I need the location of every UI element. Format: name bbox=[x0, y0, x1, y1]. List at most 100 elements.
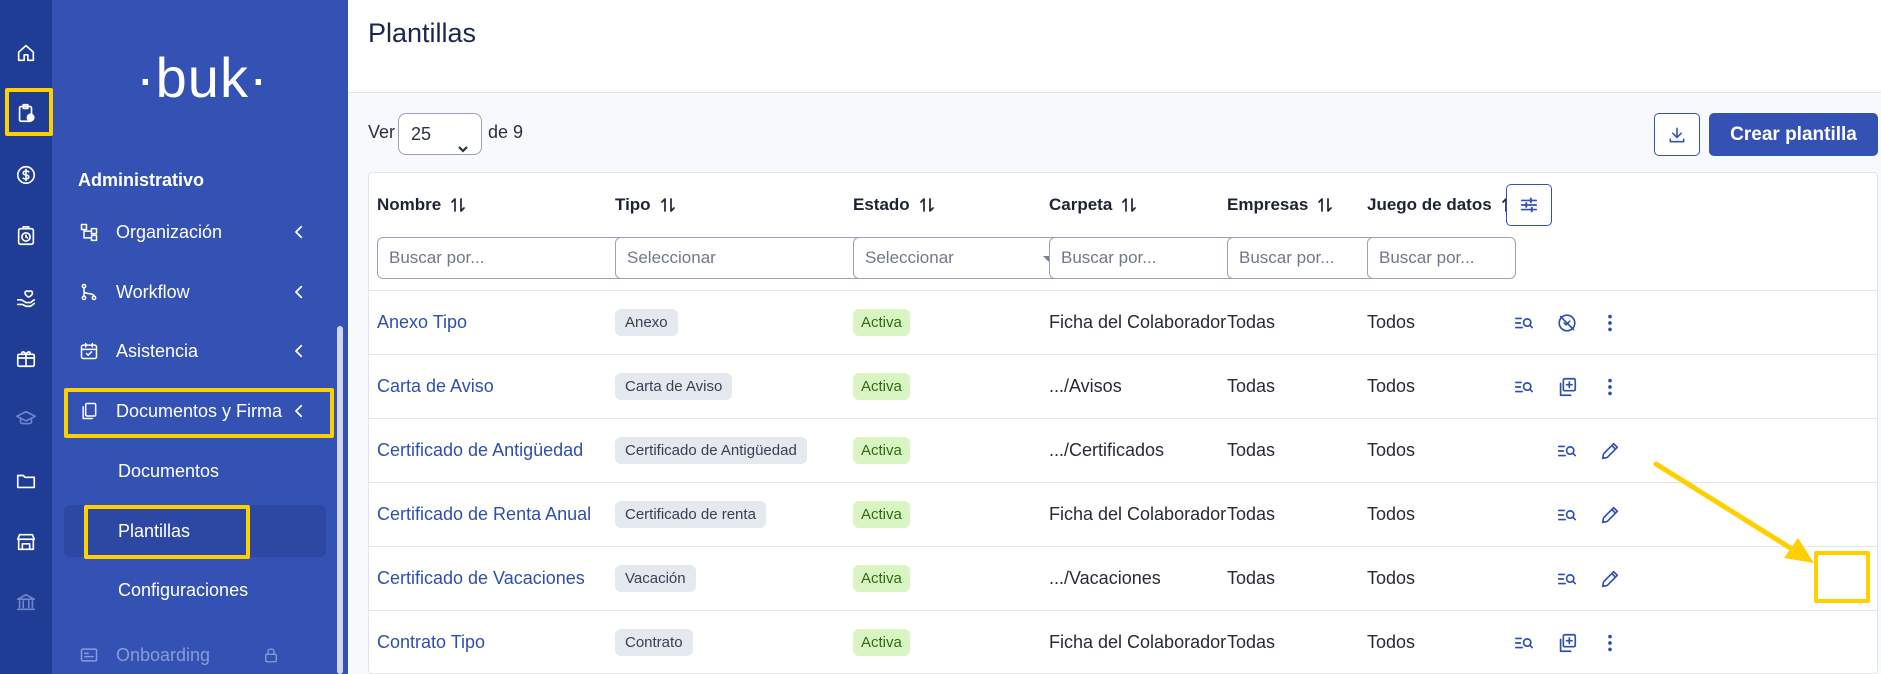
type-tag: Anexo bbox=[615, 309, 678, 336]
edit-pencil-icon[interactable] bbox=[1597, 566, 1623, 592]
per-page-label: Ver bbox=[368, 122, 396, 142]
sidebar-subitem-documentos[interactable]: Documentos bbox=[64, 445, 326, 497]
workflow-icon bbox=[78, 281, 100, 303]
duplicate-icon[interactable] bbox=[1554, 374, 1580, 400]
header-label: Empresas bbox=[1227, 195, 1309, 214]
preview-icon[interactable] bbox=[1554, 502, 1580, 528]
status-badge: Activa bbox=[853, 565, 910, 592]
sort-icon bbox=[449, 196, 467, 214]
hand-heart-icon[interactable] bbox=[8, 280, 44, 316]
header-label: Nombre bbox=[377, 195, 442, 214]
filter-carpeta-input[interactable]: Buscar por... bbox=[1049, 237, 1242, 279]
companies-cell: Todas bbox=[1227, 376, 1276, 396]
type-tag: Certificado de renta bbox=[615, 501, 766, 528]
filter-tipo-select[interactable]: Seleccionar bbox=[615, 237, 881, 279]
sidebar-item-organizacion[interactable]: Organización bbox=[64, 209, 332, 255]
table-row: Anexo Tipo Anexo Activa Ficha del Colabo… bbox=[369, 290, 1877, 354]
column-header-nombre[interactable]: Nombre bbox=[377, 195, 467, 215]
column-header-tipo[interactable]: Tipo bbox=[615, 195, 677, 215]
sort-icon bbox=[1316, 196, 1334, 214]
template-name-link[interactable]: Contrato Tipo bbox=[377, 611, 485, 673]
icon-rail bbox=[0, 0, 52, 674]
column-header-empresas[interactable]: Empresas bbox=[1227, 195, 1334, 215]
home-icon[interactable] bbox=[8, 35, 44, 71]
gift-icon[interactable] bbox=[8, 340, 44, 376]
template-name-link[interactable]: Carta de Aviso bbox=[377, 355, 494, 418]
folder-cell: .../Vacaciones bbox=[1049, 568, 1161, 588]
edit-pencil-icon[interactable] bbox=[1597, 438, 1623, 464]
create-template-button[interactable]: Crear plantilla bbox=[1709, 113, 1878, 156]
dataset-cell: Todos bbox=[1367, 632, 1416, 652]
sidebar-scrollbar[interactable] bbox=[337, 326, 343, 674]
sidebar-item-label: Asistencia bbox=[116, 340, 199, 361]
sidebar: ·buk· Administrativo Organización Workfl… bbox=[52, 0, 348, 674]
table-row: Contrato Tipo Contrato Activa Ficha del … bbox=[369, 610, 1877, 673]
folder-cell: Ficha del Colaborador bbox=[1049, 504, 1227, 524]
template-name-link[interactable]: Certificado de Vacaciones bbox=[377, 547, 585, 610]
dataset-cell: Todos bbox=[1367, 568, 1416, 588]
template-name-link[interactable]: Anexo Tipo bbox=[377, 291, 467, 354]
store-icon[interactable] bbox=[8, 524, 44, 560]
type-tag: Certificado de Antigüedad bbox=[615, 437, 807, 464]
calendar-check-icon bbox=[78, 340, 100, 362]
status-badge: Activa bbox=[853, 373, 910, 400]
folder-cell: .../Certificados bbox=[1049, 440, 1165, 460]
sidebar-item-workflow[interactable]: Workflow bbox=[64, 269, 332, 315]
preview-icon[interactable] bbox=[1511, 374, 1537, 400]
chevron-left-icon bbox=[290, 223, 308, 241]
status-badge: Activa bbox=[853, 501, 910, 528]
select-placeholder: Seleccionar bbox=[627, 248, 716, 267]
sort-icon bbox=[1120, 196, 1138, 214]
template-name-link[interactable]: Certificado de Antigüedad bbox=[377, 419, 583, 482]
documents-icon bbox=[78, 400, 100, 422]
sidebar-subitem-configuraciones[interactable]: Configuraciones bbox=[64, 564, 326, 616]
sidebar-subitem-label: Configuraciones bbox=[118, 579, 249, 600]
preview-icon[interactable] bbox=[1511, 310, 1537, 336]
edit-pencil-icon[interactable] bbox=[1597, 502, 1623, 528]
filter-estado-select[interactable]: Seleccionar bbox=[853, 237, 1068, 279]
type-tag: Contrato bbox=[615, 629, 693, 656]
filter-empresas-input[interactable]: Buscar por... bbox=[1227, 237, 1376, 279]
sort-icon bbox=[659, 196, 677, 214]
sidebar-item-label: Organización bbox=[116, 221, 223, 242]
filter-juego-input[interactable]: Buscar por... bbox=[1367, 237, 1516, 279]
clipboard-icon[interactable] bbox=[8, 95, 44, 131]
more-options-icon[interactable] bbox=[1597, 374, 1623, 400]
stopwatch-icon[interactable] bbox=[8, 218, 44, 254]
preview-icon[interactable] bbox=[1554, 566, 1580, 592]
download-button[interactable] bbox=[1654, 113, 1700, 156]
sidebar-subitem-label: Documentos bbox=[118, 460, 220, 481]
duplicate-icon[interactable] bbox=[1554, 630, 1580, 656]
sidebar-subitem-plantillas[interactable]: Plantillas bbox=[64, 505, 326, 557]
deactivate-icon[interactable] bbox=[1554, 310, 1580, 336]
dollar-icon[interactable] bbox=[8, 157, 44, 193]
more-options-icon[interactable] bbox=[1597, 310, 1623, 336]
lock-icon bbox=[262, 646, 280, 664]
sidebar-item-label: Workflow bbox=[116, 281, 190, 302]
preview-icon[interactable] bbox=[1511, 630, 1537, 656]
chevron-left-icon bbox=[290, 342, 308, 360]
per-page-value: 25 bbox=[411, 124, 432, 144]
folder-cell: .../Avisos bbox=[1049, 376, 1122, 396]
status-badge: Activa bbox=[853, 629, 910, 656]
graduation-cap-icon[interactable] bbox=[8, 401, 44, 437]
more-options-icon[interactable] bbox=[1597, 630, 1623, 656]
sidebar-item-asistencia[interactable]: Asistencia bbox=[64, 328, 332, 374]
companies-cell: Todas bbox=[1227, 312, 1276, 332]
bank-icon[interactable] bbox=[8, 584, 44, 620]
preview-icon[interactable] bbox=[1554, 438, 1580, 464]
chevron-down-icon bbox=[457, 129, 469, 153]
onboarding-icon bbox=[78, 644, 100, 666]
folder-icon[interactable] bbox=[8, 463, 44, 499]
column-header-estado[interactable]: Estado bbox=[853, 195, 936, 215]
filter-nombre-input[interactable]: Buscar por... bbox=[377, 237, 643, 279]
template-name-link[interactable]: Certificado de Renta Anual bbox=[377, 483, 591, 546]
sidebar-item-documentos-y-firma[interactable]: Documentos y Firma bbox=[64, 388, 332, 434]
column-settings-button[interactable] bbox=[1506, 184, 1552, 226]
sidebar-subitem-label: Plantillas bbox=[118, 520, 191, 541]
per-page-select[interactable]: 25 bbox=[398, 113, 482, 155]
column-header-carpeta[interactable]: Carpeta bbox=[1049, 195, 1138, 215]
header-label: Juego de datos bbox=[1367, 195, 1492, 214]
templates-table: Nombre Tipo Estado Carpeta Empresas Jueg… bbox=[368, 172, 1878, 674]
column-header-juego-de-datos[interactable]: Juego de datos bbox=[1367, 195, 1518, 215]
